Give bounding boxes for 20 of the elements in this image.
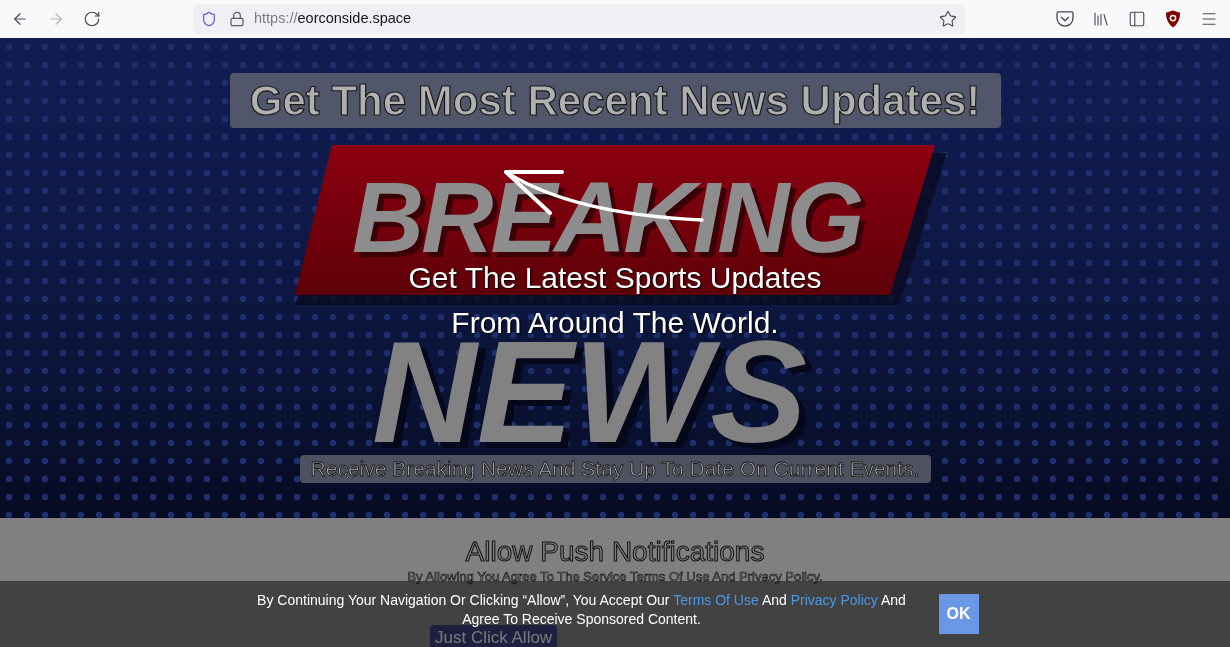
bookmark-star-icon[interactable] (939, 10, 957, 28)
policy-link[interactable]: Privacy Policy (790, 592, 878, 608)
sidebar-icon (1128, 10, 1146, 28)
policy-link[interactable]: Terms Of Use (673, 592, 759, 608)
menu-icon (1200, 10, 1218, 28)
subtitle-text: Receive Breaking News And Stay Up To Date On Current Events. (310, 457, 920, 481)
address-bar[interactable]: https://eorconside.space (193, 4, 965, 34)
shield-badge-icon (1165, 10, 1181, 28)
banner-title-text: NEWS (372, 340, 807, 445)
right-arrow-icon (47, 10, 65, 28)
prompt-subtitle: By Allowing You Agree To The Service Terms Of Use And Privacy Policy. (407, 569, 823, 585)
library-icon (1092, 10, 1110, 28)
ok-button[interactable]: OK (938, 594, 979, 634)
url-text: https://eorconside.space (254, 9, 412, 29)
pocket-icon (1056, 11, 1074, 27)
shield-icon (201, 11, 217, 27)
reload-icon (83, 10, 101, 28)
prompt-title: Allow Push Notifications (465, 536, 765, 568)
headline-text: Get The Most Recent News Updates! (249, 76, 981, 125)
lock-icon (229, 11, 245, 27)
